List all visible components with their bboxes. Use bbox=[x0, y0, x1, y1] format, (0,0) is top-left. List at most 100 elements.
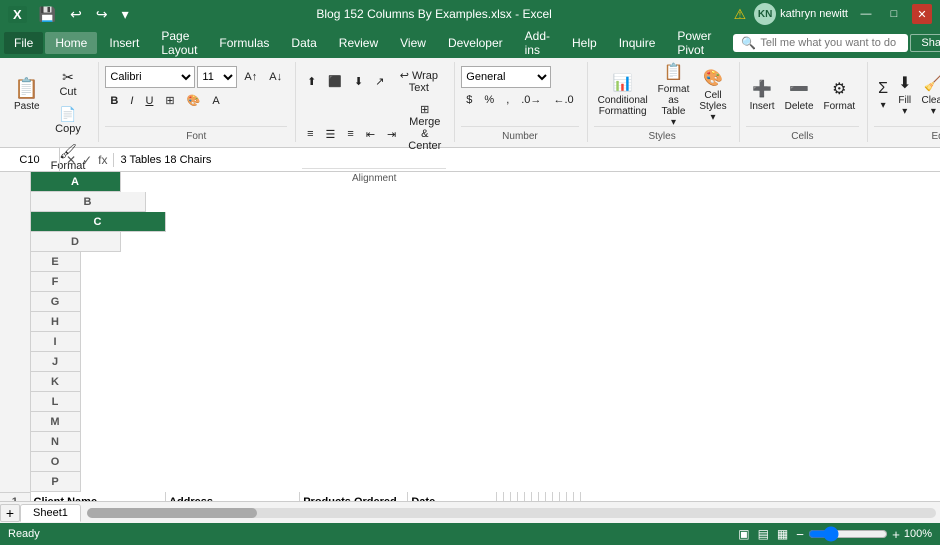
minimize-button[interactable]: — bbox=[856, 4, 876, 24]
increase-indent-button[interactable]: ⇥ bbox=[382, 125, 401, 144]
col-header-f[interactable]: F bbox=[31, 272, 81, 292]
menu-item-formulas[interactable]: Formulas bbox=[209, 32, 279, 54]
menu-item-home[interactable]: Home bbox=[45, 32, 97, 54]
delete-cells-button[interactable]: ➖ Delete bbox=[781, 66, 818, 124]
row-header[interactable]: 1 bbox=[0, 492, 30, 501]
table-cell[interactable]: Address bbox=[166, 492, 300, 501]
table-cell[interactable] bbox=[504, 492, 511, 501]
menu-item-file[interactable]: File bbox=[4, 32, 43, 54]
fill-color-button[interactable]: 🎨 bbox=[182, 91, 206, 110]
view-normal-button[interactable]: ▣ bbox=[738, 527, 749, 541]
accounting-button[interactable]: $ bbox=[461, 91, 477, 109]
col-header-k[interactable]: K bbox=[31, 372, 81, 392]
table-cell[interactable] bbox=[518, 492, 525, 501]
cell-reference[interactable]: C10 bbox=[0, 148, 60, 172]
menu-item-insert[interactable]: Insert bbox=[99, 32, 149, 54]
col-header-e[interactable]: E bbox=[31, 252, 81, 272]
maximize-button[interactable]: □ bbox=[884, 4, 904, 24]
col-header-a[interactable]: A bbox=[31, 172, 121, 192]
wrap-text-button[interactable]: ↩ Wrap Text bbox=[391, 66, 446, 97]
col-header-i[interactable]: I bbox=[31, 332, 81, 352]
increase-decimal-button[interactable]: .0→ bbox=[516, 91, 546, 109]
border-button[interactable]: ⊞ bbox=[160, 91, 179, 110]
formula-input[interactable] bbox=[114, 154, 940, 166]
insert-cells-button[interactable]: ➕ Insert bbox=[746, 66, 779, 124]
col-header-c[interactable]: C bbox=[31, 212, 166, 232]
col-header-b[interactable]: B bbox=[31, 192, 146, 212]
bold-button[interactable]: B bbox=[105, 92, 123, 110]
view-layout-button[interactable]: ▤ bbox=[758, 527, 769, 541]
table-cell[interactable] bbox=[532, 492, 539, 501]
font-color-button[interactable]: A bbox=[207, 92, 224, 110]
decrease-font-button[interactable]: A↓ bbox=[264, 68, 287, 86]
search-input[interactable] bbox=[760, 37, 900, 49]
add-sheet-button[interactable]: + bbox=[0, 504, 20, 522]
table-cell[interactable] bbox=[525, 492, 532, 501]
grid-scroll[interactable]: A B C D E F G H I J K L M N O P bbox=[0, 172, 940, 501]
col-header-d[interactable]: D bbox=[31, 232, 121, 252]
menu-item-data[interactable]: Data bbox=[281, 32, 326, 54]
align-top-button[interactable]: ⬆ bbox=[302, 72, 321, 91]
copy-button[interactable]: 📄 Copy bbox=[46, 103, 91, 138]
table-cell[interactable] bbox=[497, 492, 504, 501]
format-as-table-button[interactable]: 📋 Format asTable ▾ bbox=[654, 66, 694, 124]
cancel-formula-icon[interactable]: ✕ bbox=[64, 153, 78, 167]
table-cell[interactable] bbox=[553, 492, 560, 501]
table-cell[interactable]: Products Ordered bbox=[300, 492, 408, 501]
orientation-button[interactable]: ↗ bbox=[370, 72, 389, 91]
menu-item-page-layout[interactable]: Page Layout bbox=[151, 25, 207, 61]
menu-item-help[interactable]: Help bbox=[562, 32, 607, 54]
align-left-button[interactable]: ≡ bbox=[302, 125, 318, 143]
menu-item-developer[interactable]: Developer bbox=[438, 32, 513, 54]
table-cell[interactable]: Client Name bbox=[30, 492, 166, 501]
col-header-o[interactable]: O bbox=[31, 452, 81, 472]
col-header-g[interactable]: G bbox=[31, 292, 81, 312]
number-format-select[interactable]: General bbox=[461, 66, 551, 88]
redo-button[interactable]: ↪ bbox=[90, 4, 114, 25]
menu-item-view[interactable]: View bbox=[390, 32, 436, 54]
table-cell[interactable]: Date bbox=[408, 492, 497, 501]
confirm-formula-icon[interactable]: ✓ bbox=[80, 153, 94, 167]
col-header-n[interactable]: N bbox=[31, 432, 81, 452]
decrease-indent-button[interactable]: ⇤ bbox=[361, 125, 380, 144]
col-header-h[interactable]: H bbox=[31, 312, 81, 332]
format-cells-button[interactable]: ⚙ Format bbox=[820, 66, 860, 124]
insert-function-icon[interactable]: fx bbox=[96, 153, 109, 167]
menu-item-addins[interactable]: Add-ins bbox=[515, 25, 560, 61]
font-size-select[interactable]: 11 bbox=[197, 66, 237, 88]
close-button[interactable]: ✕ bbox=[912, 4, 932, 24]
decrease-decimal-button[interactable]: ←.0 bbox=[548, 91, 578, 109]
sheet-tab-sheet1[interactable]: Sheet1 bbox=[20, 504, 81, 522]
increase-font-button[interactable]: A↑ bbox=[239, 68, 262, 86]
clear-button[interactable]: 🧹 Clear ▾ bbox=[917, 66, 940, 124]
col-header-j[interactable]: J bbox=[31, 352, 81, 372]
col-header-l[interactable]: L bbox=[31, 392, 81, 412]
align-middle-button[interactable]: ⬛ bbox=[323, 72, 347, 91]
table-cell[interactable] bbox=[567, 492, 574, 501]
conditional-formatting-button[interactable]: 📊 ConditionalFormatting bbox=[594, 66, 652, 124]
cut-button[interactable]: ✂ Cut bbox=[46, 66, 91, 101]
table-cell[interactable] bbox=[546, 492, 553, 501]
menu-item-review[interactable]: Review bbox=[329, 32, 388, 54]
table-cell[interactable] bbox=[574, 492, 581, 501]
menu-item-inquire[interactable]: Inquire bbox=[609, 32, 666, 54]
menu-item-power-pivot[interactable]: Power Pivot bbox=[667, 25, 721, 61]
view-page-break-button[interactable]: ▦ bbox=[777, 527, 788, 541]
table-cell[interactable] bbox=[539, 492, 546, 501]
italic-button[interactable]: I bbox=[125, 92, 138, 110]
percent-button[interactable]: % bbox=[479, 91, 499, 109]
table-cell[interactable] bbox=[560, 492, 567, 501]
save-button[interactable]: 💾 bbox=[33, 4, 62, 25]
align-right-button[interactable]: ≡ bbox=[342, 125, 358, 143]
zoom-slider[interactable] bbox=[808, 526, 888, 542]
cell-styles-button[interactable]: 🎨 CellStyles ▾ bbox=[695, 66, 730, 124]
comma-button[interactable]: , bbox=[501, 91, 514, 109]
autosum-button[interactable]: Σ ▾ bbox=[874, 66, 892, 124]
table-cell[interactable] bbox=[511, 492, 518, 501]
underline-button[interactable]: U bbox=[140, 92, 158, 110]
align-center-button[interactable]: ☰ bbox=[321, 125, 341, 144]
share-button[interactable]: Share bbox=[910, 34, 940, 52]
paste-button[interactable]: 📋 Paste bbox=[10, 66, 44, 124]
fill-button[interactable]: ⬇ Fill ▾ bbox=[894, 66, 915, 124]
undo-button[interactable]: ↩ bbox=[64, 4, 88, 25]
